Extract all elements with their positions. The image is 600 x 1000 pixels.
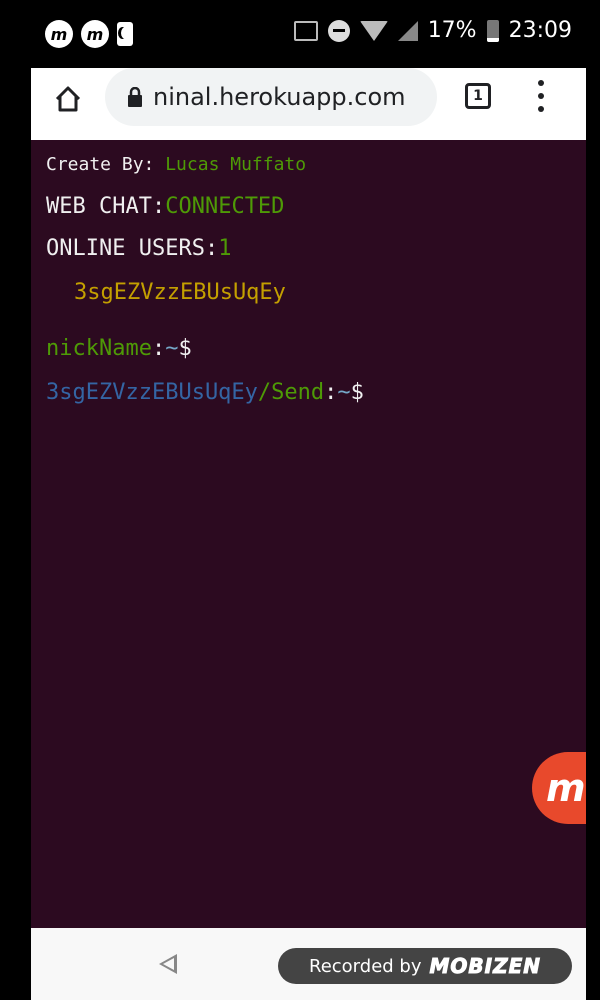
signal-icon bbox=[397, 20, 418, 41]
cast-icon bbox=[293, 20, 318, 41]
clock: 23:09 bbox=[508, 18, 572, 43]
status-bar: m m 17% 23:09 bbox=[31, 0, 586, 68]
lock-icon bbox=[128, 87, 142, 107]
recorded-text: Recorded by bbox=[309, 955, 422, 977]
android-nav-bar: Recorded by MOBIZEN bbox=[31, 928, 586, 1000]
mobizen-notification-icon: m bbox=[45, 20, 73, 48]
terminal-area[interactable]: Create By: Lucas Muffato WEB CHAT:CONNEC… bbox=[31, 140, 586, 928]
prompt-separator: : bbox=[324, 380, 338, 405]
phone-screen: m m 17% 23:09 ninal.herokuapp.com 1 Crea… bbox=[31, 0, 586, 1000]
webchat-status: CONNECTED bbox=[165, 194, 285, 219]
online-user-item: 3sgEZVzzEBUsUqEy bbox=[74, 280, 286, 305]
prompt-dollar: $ bbox=[350, 380, 364, 405]
send-label: /Send bbox=[257, 380, 325, 405]
prompt-tilde: ~ bbox=[337, 380, 351, 405]
mobizen-floating-button[interactable]: m bbox=[532, 752, 586, 824]
home-icon[interactable] bbox=[53, 84, 83, 114]
online-users-label: ONLINE USERS: bbox=[46, 236, 219, 261]
wifi-icon bbox=[359, 20, 388, 41]
do-not-disturb-icon bbox=[327, 19, 350, 42]
browser-toolbar: ninal.herokuapp.com 1 bbox=[31, 68, 586, 140]
send-prompt[interactable]: 3sgEZVzzEBUsUqEy/Send:~$ bbox=[46, 380, 364, 405]
url-text: ninal.herokuapp.com bbox=[153, 83, 406, 111]
mobizen-logo-text: MOBIZEN bbox=[429, 954, 541, 979]
credit-label: Create By: bbox=[46, 154, 155, 175]
send-user: 3sgEZVzzEBUsUqEy bbox=[46, 380, 258, 405]
prompt-tilde: ~ bbox=[165, 336, 179, 361]
battery-icon bbox=[486, 19, 499, 42]
nickname-prompt[interactable]: nickName:~$ bbox=[46, 336, 192, 361]
online-users-line: ONLINE USERS:1 bbox=[46, 236, 231, 261]
prompt-separator: : bbox=[151, 336, 166, 361]
back-triangle-icon[interactable] bbox=[159, 954, 177, 974]
tab-switcher-button[interactable]: 1 bbox=[465, 83, 491, 109]
nickname-label: nickName bbox=[46, 336, 152, 361]
online-users-count: 1 bbox=[218, 236, 232, 261]
prompt-dollar: $ bbox=[178, 336, 192, 361]
credit-line: Create By: Lucas Muffato bbox=[46, 154, 306, 175]
webchat-status-line: WEB CHAT:CONNECTED bbox=[46, 194, 284, 219]
mobizen-notification-icon: m bbox=[81, 20, 109, 48]
webchat-label: WEB CHAT: bbox=[46, 194, 166, 219]
overflow-menu-icon[interactable] bbox=[535, 80, 547, 112]
status-left-icons: m m bbox=[45, 20, 133, 48]
battery-percent: 17% bbox=[427, 18, 477, 43]
credit-name: Lucas Muffato bbox=[165, 154, 307, 175]
recorded-by-watermark: Recorded by MOBIZEN bbox=[278, 948, 572, 984]
address-bar[interactable]: ninal.herokuapp.com bbox=[105, 68, 437, 126]
do-not-disturb-moon-icon bbox=[117, 22, 133, 46]
status-right-icons: 17% 23:09 bbox=[293, 18, 572, 43]
